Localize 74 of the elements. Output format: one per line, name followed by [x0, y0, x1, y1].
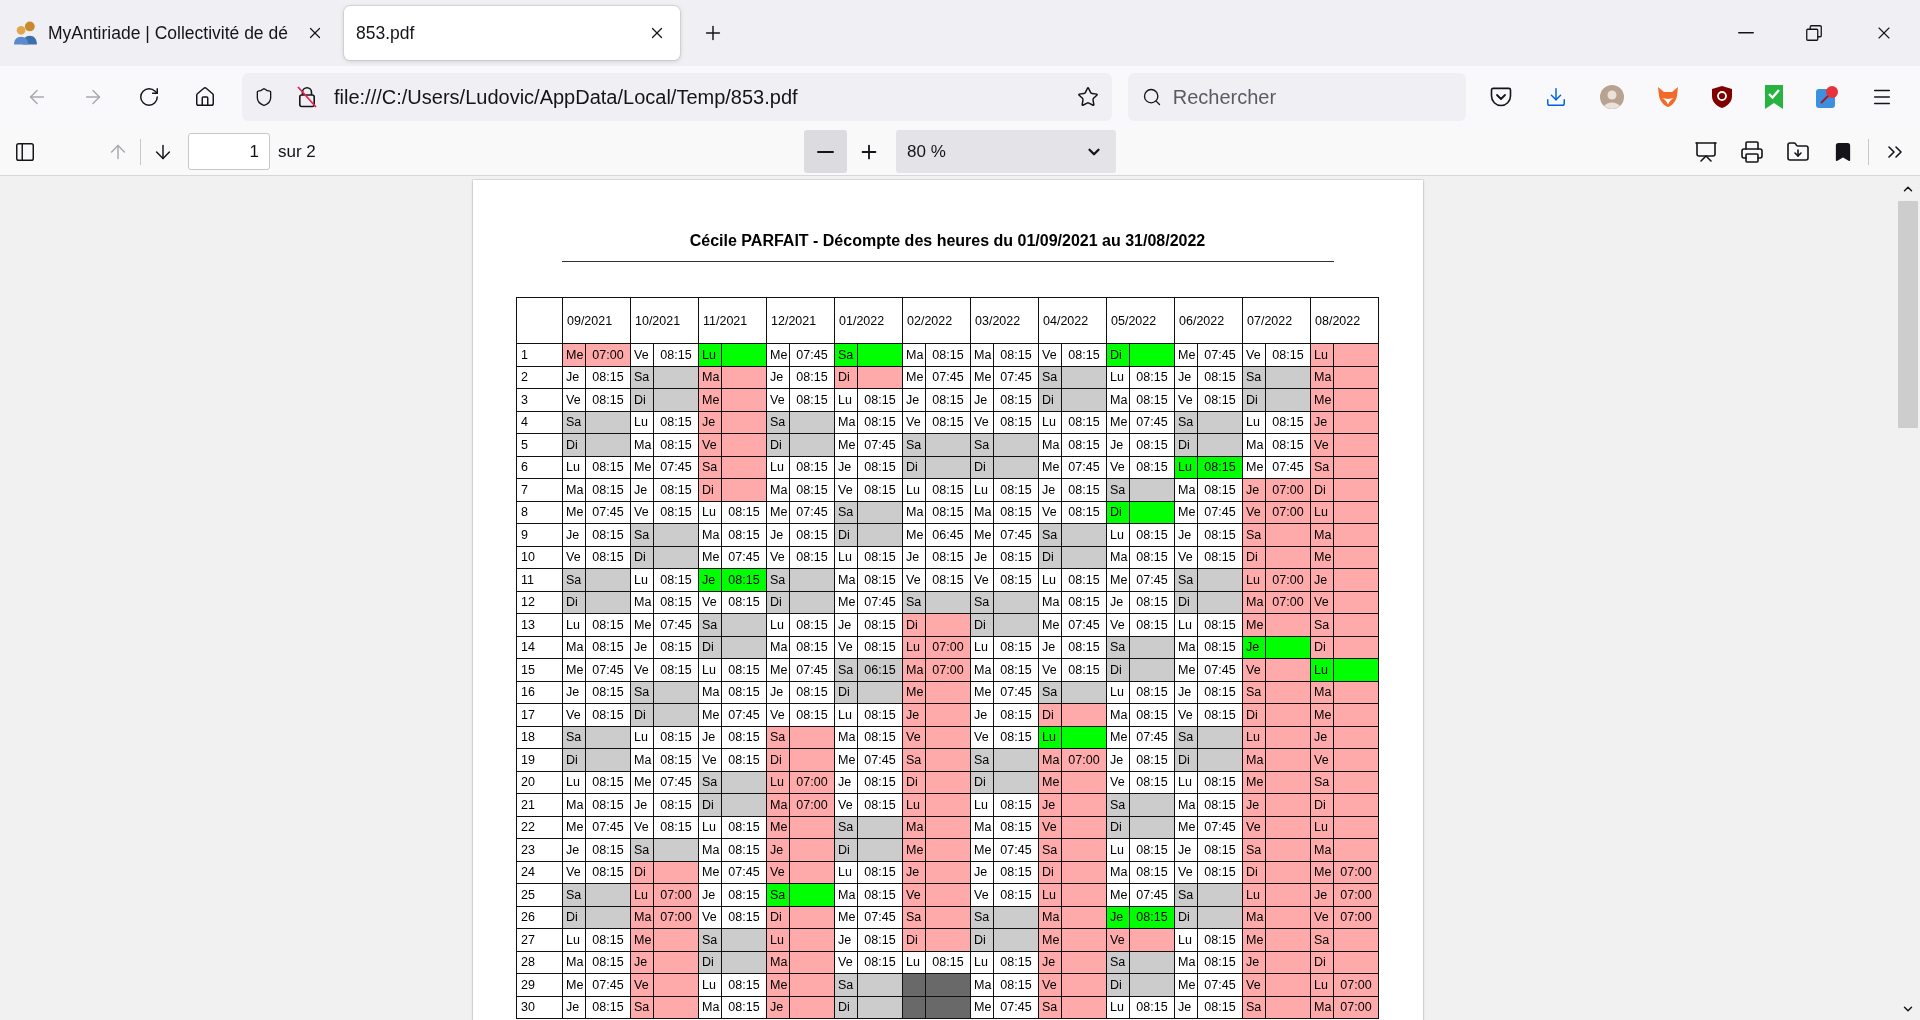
zoom-select[interactable]: 80 % [896, 130, 1116, 173]
row-number-cell: 29 [516, 973, 563, 996]
corner-cell [516, 297, 563, 344]
row-number-cell: 2 [516, 366, 563, 389]
print-icon[interactable] [1740, 139, 1764, 164]
row-number-cell: 3 [516, 388, 563, 411]
row-number-cell: 4 [516, 411, 563, 434]
row-number-cell: 28 [516, 951, 563, 974]
row-number-cell: 16 [516, 681, 563, 704]
month-header-cell: 08/2022 [1310, 297, 1379, 344]
page-number-field[interactable]: 1 [188, 133, 270, 170]
minus-icon [817, 150, 834, 153]
reload-icon[interactable] [138, 86, 160, 108]
document-title: Cécile PARFAIT - Décompte des heures du 01/09/2021 au 31/08/2022 [689, 231, 1206, 251]
fox-icon[interactable] [1657, 86, 1679, 108]
row-number-cell: 5 [516, 433, 563, 456]
search-bar[interactable]: Rechercher [1127, 73, 1466, 121]
crossed-lock-icon[interactable] [297, 86, 317, 108]
scrollbar-thumb[interactable] [1897, 201, 1918, 428]
folder-download-icon[interactable] [1786, 139, 1810, 164]
people-icon [14, 21, 38, 45]
url-field[interactable]: file:///C:/Users/Ludovic/AppData/Local/Temp/853.pdf [334, 82, 1077, 112]
row-number-cell: 25 [516, 883, 563, 906]
row-number-cell: 12 [516, 591, 563, 614]
row-number-cell: 27 [516, 928, 563, 951]
minimize-icon[interactable] [1738, 32, 1754, 34]
row-number-cell: 14 [516, 636, 563, 659]
row-number-cell: 17 [516, 703, 563, 726]
row-number-cell: 18 [516, 726, 563, 749]
month-header-cell: 02/2022 [902, 297, 971, 344]
row-number-cell: 10 [516, 546, 563, 569]
month-header-cell: 01/2022 [834, 297, 903, 344]
row-number-cell: 24 [516, 861, 563, 884]
month-header-cell: 07/2022 [1242, 297, 1311, 344]
row-number-cell: 20 [516, 771, 563, 794]
pushpin-icon[interactable] [1816, 86, 1838, 108]
row-number-cell: 1 [516, 343, 563, 366]
row-number-cell: 13 [516, 613, 563, 636]
row-number-cell: 19 [516, 748, 563, 771]
pouch-icon[interactable] [1490, 87, 1512, 107]
month-header-cell: 03/2022 [970, 297, 1039, 344]
row-number-cell: 22 [516, 816, 563, 839]
row-number-cell: 23 [516, 838, 563, 861]
shield-icon[interactable] [254, 87, 274, 107]
home-icon[interactable] [194, 86, 216, 108]
browser-tab[interactable]: 853.pdf [344, 6, 680, 60]
sidebar-icon[interactable] [14, 140, 36, 163]
address-bar[interactable]: file:///C:/Users/Ludovic/AppData/Local/Temp/853.pdf [242, 73, 1112, 121]
month-header-cell: 05/2022 [1106, 297, 1175, 344]
row-number-cell: 15 [516, 658, 563, 681]
month-header-cell: 09/2021 [562, 297, 631, 344]
row-number-cell: 21 [516, 793, 563, 816]
row-number-cell: 30 [516, 996, 563, 1019]
download-icon[interactable] [1545, 86, 1567, 108]
row-number-cell: 6 [516, 456, 563, 479]
row-number-cell: 26 [516, 906, 563, 929]
star-icon[interactable] [1076, 86, 1099, 108]
page-count-label: sur 2 [278, 141, 316, 162]
row-number-cell: 7 [516, 478, 563, 501]
restore-icon[interactable] [1806, 25, 1822, 41]
month-header-cell: 10/2021 [630, 297, 699, 344]
shield-logo-icon[interactable] [1712, 86, 1732, 108]
month-header-cell: 04/2022 [1038, 297, 1107, 344]
month-header-cell: 12/2021 [766, 297, 835, 344]
month-header-cell: 11/2021 [698, 297, 767, 344]
row-number-cell: 8 [516, 501, 563, 524]
presentation-icon[interactable] [1694, 139, 1718, 164]
check-bookmark-icon[interactable] [1765, 85, 1783, 109]
row-number-cell: 9 [516, 523, 563, 546]
search-field[interactable]: Rechercher [1172, 82, 1452, 112]
month-header-cell: 06/2022 [1174, 297, 1243, 344]
browser-tab[interactable]: MyAntiriade | Collectivité de dé [2, 6, 338, 60]
row-number-cell: 11 [516, 568, 563, 591]
search-icon [1141, 87, 1162, 107]
